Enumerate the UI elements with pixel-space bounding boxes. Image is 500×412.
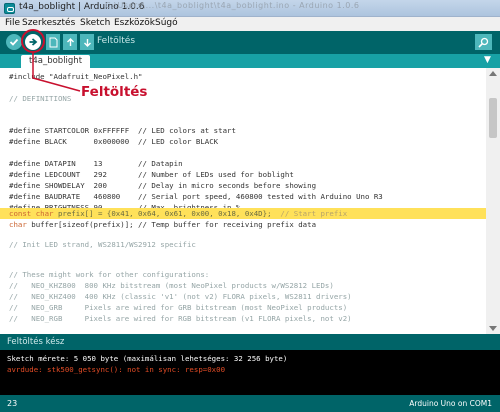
annotation-label: Feltöltés bbox=[81, 84, 148, 100]
status-bar: Feltöltés kész bbox=[0, 334, 500, 350]
line-number: 23 bbox=[7, 399, 18, 408]
console-line-1: Sketch mérete: 5 050 byte (maximálisan l… bbox=[7, 354, 288, 363]
bottom-status-bar: 23 Arduino Uno on COM1 bbox=[0, 395, 500, 412]
status-text: Feltöltés kész bbox=[7, 337, 65, 347]
console-error-line: avrdude: stk500_getsync(): not in sync: … bbox=[7, 365, 226, 374]
console-output: Sketch mérete: 5 050 byte (maximálisan l… bbox=[0, 350, 500, 395]
board-port-label: Arduino Uno on COM1 bbox=[409, 399, 492, 408]
